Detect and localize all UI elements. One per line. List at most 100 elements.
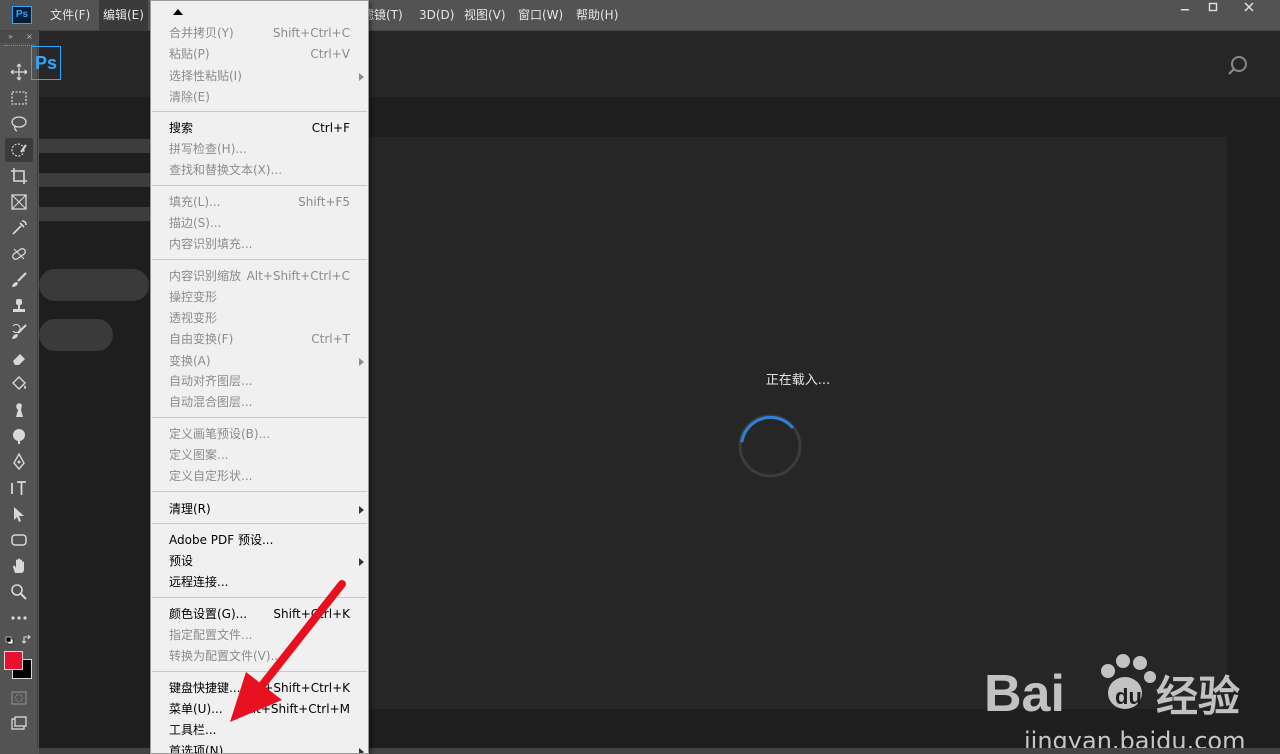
lasso-icon[interactable] [5,112,33,136]
menu-item-paste-special[interactable]: 选择性粘贴(I) [152,66,367,87]
menu-item-remote-connections[interactable]: 远程连接... [152,572,367,593]
more-tools-icon[interactable] [5,606,33,630]
ps-logo: Ps [31,46,61,80]
menu-item-define-pattern[interactable]: 定义图案... [152,445,367,466]
watermark-brand-suffix: 经验 [1156,672,1240,721]
menu-separator [152,417,367,418]
menu-item-perspective-warp[interactable]: 透视变形 [152,308,367,329]
menu-separator [152,671,367,672]
loading-text: 正在载入... [765,373,831,388]
skeleton-button [39,319,113,351]
pen-icon[interactable] [5,450,33,474]
menu-item-adobe-pdf-presets[interactable]: Adobe PDF 预设... [152,530,367,551]
close-icon[interactable] [1232,0,1266,22]
quick-selection-icon[interactable] [5,138,33,162]
submenu-arrow-icon [359,748,364,753]
close-panel-icon[interactable]: × [26,32,33,42]
swap-colors-icon[interactable] [21,634,33,644]
menu-separator [152,523,367,524]
menu-3d[interactable]: 3D(D) [415,0,458,31]
menu-item-preferences[interactable]: 首选项(N) [152,741,367,753]
watermark-brand-prefix: Bai [984,665,1065,723]
menu-item-convert-to-profile[interactable]: 转换为配置文件(V)... [152,646,367,667]
submenu-arrow-icon [359,73,364,81]
crop-icon[interactable] [5,164,33,188]
tools-panel-header[interactable]: » × [0,31,38,43]
menu-separator [152,185,367,186]
edit-menu-dropdown: 合并拷贝(Y) Shift+Ctrl+C 粘贴(P) Ctrl+V 选择性粘贴(I)… [150,0,369,754]
skeleton-line [39,207,150,221]
menu-item-transform[interactable]: 变换(A) [152,351,367,372]
hand-icon[interactable] [5,554,33,578]
menu-help[interactable]: 帮助(H) [572,0,622,31]
submenu-arrow-icon [359,358,364,366]
eyedropper-icon[interactable] [5,216,33,240]
skeleton-line [39,139,150,153]
loading-spinner [738,414,802,478]
quick-mask-icon[interactable] [5,686,33,710]
menu-file[interactable]: 文件(F) [46,0,94,31]
menu-item-clear[interactable]: 清除(E) [152,87,367,108]
menu-view[interactable]: 视图(V) [460,0,510,31]
eraser-icon[interactable] [5,346,33,370]
menu-item-auto-align-layers[interactable]: 自动对齐图层... [152,371,367,392]
menu-item-color-settings[interactable]: 颜色设置(G)... Shift+Ctrl+K [152,604,367,625]
dodge-icon[interactable] [5,424,33,448]
menu-separator [152,259,367,260]
menu-item-assign-profile[interactable]: 指定配置文件... [152,625,367,646]
submenu-arrow-icon [359,506,364,514]
search-icon[interactable] [1227,55,1249,80]
collapse-panel-icon[interactable]: » [8,32,13,42]
history-brush-icon[interactable] [5,320,33,344]
menu-item-content-aware-fill[interactable]: 内容识别填充... [152,234,367,255]
skeleton-line [39,173,150,187]
photoshop-app-icon[interactable]: Ps [12,6,32,24]
smudge-icon[interactable] [5,398,33,422]
menu-item-free-transform[interactable]: 自由变换(F) Ctrl+T [152,329,367,350]
type-icon[interactable] [5,476,33,500]
brush-icon[interactable] [5,268,33,292]
submenu-arrow-icon [359,558,364,566]
healing-brush-icon[interactable] [5,242,33,266]
scroll-up-arrow-icon[interactable] [173,9,183,15]
menu-item-fill[interactable]: 填充(L)... Shift+F5 [152,192,367,213]
svg-text:du: du [1115,684,1142,709]
menu-item-puppet-warp[interactable]: 操控变形 [152,287,367,308]
menu-separator [152,111,367,112]
move-tool-icon[interactable] [5,60,33,84]
path-selection-icon[interactable] [5,502,33,526]
menu-item-content-aware-scale[interactable]: 内容识别缩放 Alt+Shift+Ctrl+C [152,266,367,287]
loading-panel: 正在载入... [369,137,1227,709]
menu-edit[interactable]: 编辑(E) [99,0,148,31]
menu-item-define-custom-shape[interactable]: 定义自定形状... [152,466,367,487]
menu-item-search[interactable]: 搜索 Ctrl+F [152,118,367,139]
menu-item-presets[interactable]: 预设 [152,551,367,572]
rectangle-shape-icon[interactable] [5,528,33,552]
baidu-jingyan-watermark: Bai du 经验 jingyan.baidu.com [984,641,1264,754]
menu-item-define-brush-preset[interactable]: 定义画笔预设(B)... [152,424,367,445]
menu-item-stroke[interactable]: 描边(S)... [152,213,367,234]
menu-item-purge[interactable]: 清理(R) [152,499,367,520]
skeleton-button [39,269,149,301]
maximize-icon[interactable] [1196,0,1230,22]
menu-item-merge-copy[interactable]: 合并拷贝(Y) Shift+Ctrl+C [152,23,367,44]
menu-item-auto-blend-layers[interactable]: 自动混合图层... [152,392,367,413]
default-colors-icon[interactable] [5,634,14,645]
menu-item-keyboard-shortcuts[interactable]: 键盘快捷键... Alt+Shift+Ctrl+K [152,678,367,699]
tools-panel: » × [0,31,38,748]
screen-mode-icon[interactable] [5,712,33,736]
menu-item-paste[interactable]: 粘贴(P) Ctrl+V [152,44,367,65]
menu-item-spell-check[interactable]: 拼写检查(H)... [152,139,367,160]
menu-separator [152,597,367,598]
menu-item-find-replace[interactable]: 查找和替换文本(X)... [152,160,367,181]
rectangular-marquee-icon[interactable] [5,86,33,110]
menu-item-menus[interactable]: 菜单(U)... Alt+Shift+Ctrl+M [152,699,367,720]
menu-window[interactable]: 窗口(W) [514,0,567,31]
clone-stamp-icon[interactable] [5,294,33,318]
zoom-icon[interactable] [5,580,33,604]
menu-item-toolbar[interactable]: 工具栏... [152,720,367,741]
tools-grip[interactable] [4,45,34,48]
foreground-color-swatch[interactable] [4,651,23,670]
frame-icon[interactable] [5,190,33,214]
paint-bucket-icon[interactable] [5,372,33,396]
